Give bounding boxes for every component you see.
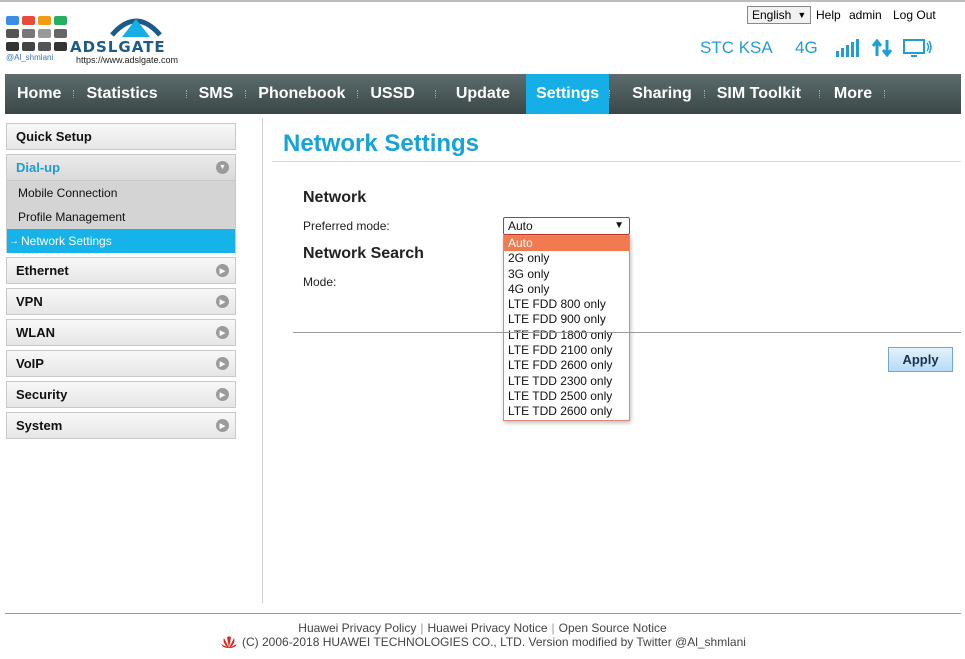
form-divider (293, 332, 961, 333)
footer-divider (5, 613, 961, 614)
language-value: English (752, 8, 792, 22)
sidebar-item-quick-setup[interactable]: Quick Setup (6, 123, 236, 150)
network-search-heading: Network Search (303, 245, 424, 262)
chevron-right-icon: ▶ (216, 295, 229, 308)
nav-phonebook[interactable]: Phonebook (246, 74, 357, 114)
sidebar-item-label: System (16, 418, 63, 433)
nav-ussd[interactable]: USSD (358, 74, 434, 114)
preferred-mode-dropdown: Auto 2G only 3G only 4G only LTE FDD 800… (503, 235, 630, 421)
sidebar-subitem-network-settings[interactable]: → Network Settings (7, 229, 235, 253)
chevron-down-icon: ▼ (797, 10, 807, 20)
dial-up-submenu: Mobile Connection Profile Management → N… (6, 181, 236, 253)
sidebar-subitem-profile-management[interactable]: Profile Management (7, 205, 235, 229)
dropdown-option[interactable]: 3G only (504, 267, 629, 282)
chevron-down-icon: ▼ (614, 220, 624, 231)
preferred-mode-label: Preferred mode: (303, 219, 390, 233)
chevron-right-icon: ▶ (216, 419, 229, 432)
privacy-policy-link[interactable]: Huawei Privacy Policy (298, 621, 416, 635)
chevron-right-icon: ▶ (216, 264, 229, 277)
dropdown-option[interactable]: 4G only (504, 282, 629, 297)
connected-monitor-icon (903, 39, 932, 57)
nav-settings[interactable]: Settings (526, 74, 610, 114)
sidebar-item-label: Dial-up (16, 160, 61, 175)
language-select[interactable]: English ▼ (747, 6, 812, 24)
chevron-right-icon: ▶ (216, 357, 229, 370)
sidebar-item-label: Quick Setup (16, 129, 92, 144)
sidebar-item-system[interactable]: System ▶ (6, 412, 236, 439)
sidebar-item-ethernet[interactable]: Ethernet ▶ (6, 257, 236, 284)
dropdown-option[interactable]: 2G only (504, 251, 629, 266)
dropdown-option[interactable]: LTE FDD 900 only (504, 312, 629, 327)
logout-link[interactable]: Log Out (893, 8, 936, 22)
sidebar-item-label: VPN (16, 294, 43, 309)
sidebar-item-voip[interactable]: VoIP ▶ (6, 350, 236, 377)
sidebar-divider (262, 118, 263, 603)
huawei-logo-icon (221, 636, 237, 648)
data-transfer-icon (871, 39, 893, 57)
footer-separator: | (420, 621, 424, 635)
page-title: Network Settings (283, 130, 480, 157)
network-heading: Network (303, 189, 367, 206)
footer-copyright: (C) 2006-2018 HUAWEI TECHNOLOGIES CO., L… (220, 635, 746, 649)
open-source-notice-link[interactable]: Open Source Notice (559, 621, 667, 635)
footer-links: Huawei Privacy Policy | Huawei Privacy Not… (0, 621, 965, 635)
main-nav: Home Statistics SMS Phonebook USSD Updat… (5, 74, 961, 114)
arrow-right-icon: → (9, 235, 19, 247)
chevron-right-icon: ▶ (216, 388, 229, 401)
preferred-mode-value: Auto (508, 219, 533, 233)
dropdown-option[interactable]: LTE TDD 2600 only (504, 404, 629, 419)
sidebar-item-wlan[interactable]: WLAN ▶ (6, 319, 236, 346)
sidebar-item-label: WLAN (16, 325, 55, 340)
sidebar-subitem-label: Network Settings (21, 234, 112, 248)
logo-text: ADSLGATE (70, 38, 166, 56)
footer-separator: | (551, 621, 555, 635)
top-border (0, 0, 965, 2)
nav-update[interactable]: Update (436, 74, 526, 114)
dropdown-option[interactable]: LTE FDD 1800 only (504, 328, 629, 343)
network-type: 4G (795, 38, 818, 57)
username: admin (849, 8, 882, 22)
dropdown-option[interactable]: Auto (504, 236, 629, 252)
signal-icon (836, 39, 859, 57)
sidebar-item-label: Security (16, 387, 68, 402)
sidebar-item-vpn[interactable]: VPN ▶ (6, 288, 236, 315)
preferred-mode-select[interactable]: Auto ▼ (503, 217, 630, 235)
nav-sms[interactable]: SMS (187, 74, 246, 114)
sidebar: Quick Setup Dial-up ▼ Mobile Connection … (6, 123, 236, 443)
sidebar-item-dial-up[interactable]: Dial-up ▼ (6, 154, 236, 181)
apply-button[interactable]: Apply (888, 347, 953, 372)
sidebar-subitem-mobile-connection[interactable]: Mobile Connection (7, 181, 235, 205)
nav-home[interactable]: Home (5, 74, 73, 114)
title-divider (272, 161, 961, 162)
dropdown-option[interactable]: LTE FDD 800 only (504, 297, 629, 312)
dropdown-option[interactable]: LTE TDD 2500 only (504, 389, 629, 404)
chevron-down-icon: ▼ (216, 161, 229, 174)
chevron-right-icon: ▶ (216, 326, 229, 339)
nav-statistics[interactable]: Statistics (74, 74, 185, 114)
mode-label: Mode: (303, 275, 337, 289)
brand-logo: ADSLGATE @Al_shmlani https://www.adslgat… (4, 8, 210, 68)
nav-more[interactable]: More (820, 74, 884, 114)
nav-sharing[interactable]: Sharing (610, 74, 704, 114)
nav-separator (884, 90, 886, 98)
dropdown-option[interactable]: LTE FDD 2100 only (504, 343, 629, 358)
sidebar-item-security[interactable]: Security ▶ (6, 381, 236, 408)
nav-sim-toolkit[interactable]: SIM Toolkit (705, 74, 819, 114)
sidebar-item-label: Ethernet (16, 263, 69, 278)
logo-twitter-handle: @Al_shmlani (6, 53, 54, 62)
dropdown-option[interactable]: LTE FDD 2600 only (504, 358, 629, 373)
privacy-notice-link[interactable]: Huawei Privacy Notice (427, 621, 547, 635)
sidebar-item-label: VoIP (16, 356, 44, 371)
logo-url: https://www.adslgate.com (76, 55, 179, 65)
dropdown-option[interactable]: LTE TDD 2300 only (504, 374, 629, 389)
help-link[interactable]: Help (816, 8, 841, 22)
operator-name: STC KSA (700, 38, 773, 57)
app-icons-grid (6, 12, 72, 58)
copyright-text: (C) 2006-2018 HUAWEI TECHNOLOGIES CO., L… (242, 635, 746, 649)
adslgate-mark-icon (110, 18, 162, 37)
